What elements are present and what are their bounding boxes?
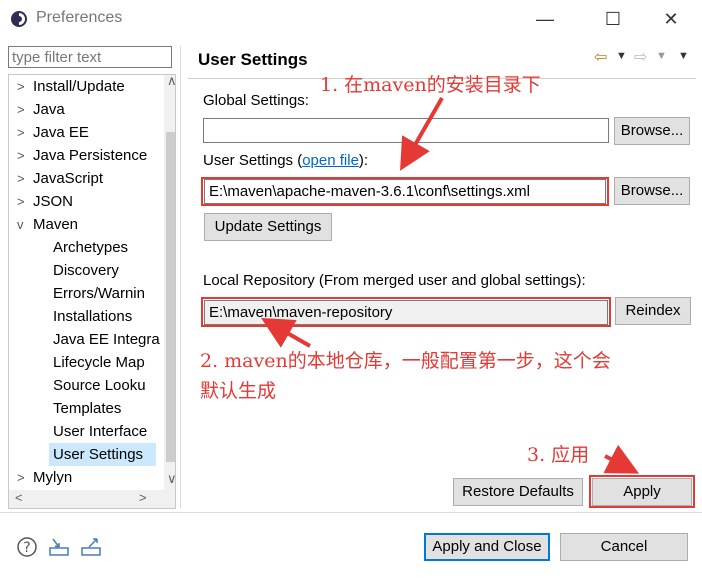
svg-text:?: ?: [23, 540, 30, 556]
apply-and-close-button[interactable]: Apply and Close: [424, 533, 550, 561]
import-icon[interactable]: [48, 536, 70, 558]
cancel-button[interactable]: Cancel: [560, 533, 688, 561]
export-icon[interactable]: [80, 536, 102, 558]
apply-button[interactable]: Apply: [592, 478, 692, 506]
help-icon[interactable]: ?: [16, 536, 38, 558]
arrow-2: [261, 318, 311, 348]
restore-defaults-button[interactable]: Restore Defaults: [453, 478, 583, 506]
footer-separator: [0, 512, 702, 513]
arrow-1: [400, 97, 444, 171]
arrow-3: [603, 444, 640, 474]
